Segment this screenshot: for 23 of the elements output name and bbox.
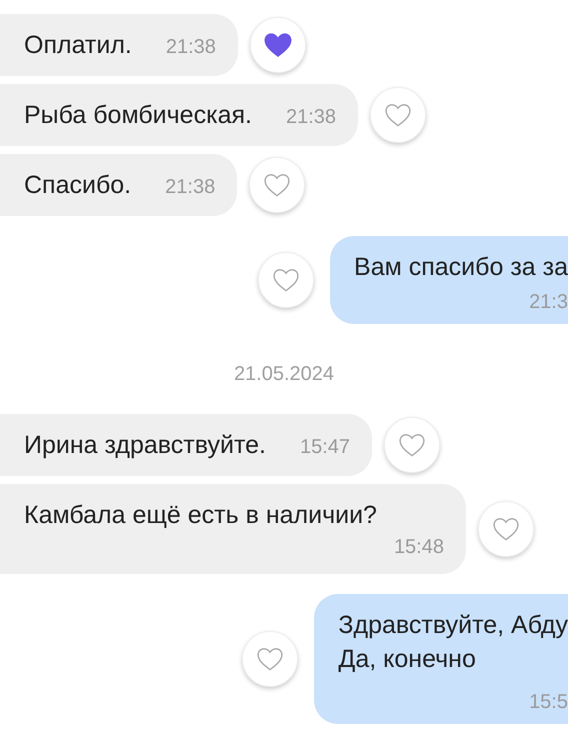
like-button[interactable] [250,17,306,73]
message-text: Вам спасибо за за [354,252,568,283]
message-text: Да, конечно [338,644,477,675]
message-text: Здравствуйте, Абду [338,610,568,641]
like-button[interactable] [258,252,314,308]
message-time: 21:38 [165,175,216,199]
date-label: 21.05.2024 [234,362,334,386]
message-time: 21:38 [286,105,336,129]
message-time: 15:48 [394,535,444,559]
like-button[interactable] [478,501,534,557]
message-time: 21:38 [166,35,216,59]
like-button[interactable] [242,631,298,687]
message-time: 21:3 [529,290,568,314]
like-button[interactable] [384,417,440,473]
message-text: Камбала ещё есть в наличии? [24,500,377,531]
like-button[interactable] [249,157,306,213]
message-time: 15:5 [529,690,568,714]
message-text: Рыба бомбическая. [24,100,252,131]
message-time: 15:47 [300,435,350,459]
like-button[interactable] [370,87,426,143]
message-text: Спасибо. [24,170,132,201]
message-text: Ирина здравствуйте. [24,430,266,461]
message-text: Оплатил. [24,30,132,61]
